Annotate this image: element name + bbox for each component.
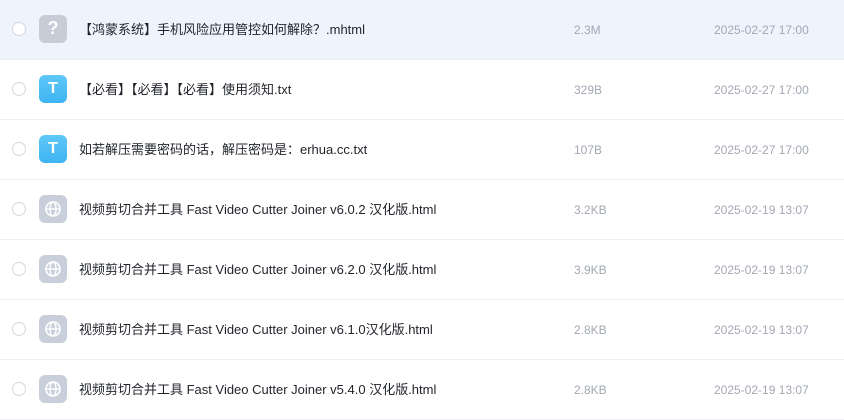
file-row[interactable]: 视频剪切合并工具 Fast Video Cutter Joiner v5.4.0…	[0, 360, 844, 420]
file-row[interactable]: ? 【鸿蒙系统】手机风险应用管控如何解除？.mhtml 2.3M 2025-02…	[0, 0, 844, 60]
file-date: 2025-02-27 17:00	[714, 82, 809, 97]
select-radio[interactable]	[12, 321, 26, 336]
select-radio[interactable]	[12, 381, 26, 396]
text-file-icon: T	[39, 134, 67, 163]
select-radio[interactable]	[12, 261, 26, 276]
text-file-icon: T	[39, 74, 67, 103]
file-date: 2025-02-19 13:07	[714, 262, 809, 277]
file-name[interactable]: 视频剪切合并工具 Fast Video Cutter Joiner v6.2.0…	[79, 261, 436, 279]
file-size: 3.2KB	[574, 202, 607, 217]
file-row[interactable]: 视频剪切合并工具 Fast Video Cutter Joiner v6.2.0…	[0, 240, 844, 300]
select-radio[interactable]	[12, 21, 26, 36]
file-name[interactable]: 【必看】【必看】【必看】使用须知.txt	[79, 81, 291, 99]
file-date: 2025-02-27 17:00	[714, 22, 809, 37]
select-radio[interactable]	[12, 141, 26, 156]
file-row[interactable]: T 如若解压需要密码的话，解压密码是：erhua.cc.txt 107B 202…	[0, 120, 844, 180]
web-file-icon	[39, 254, 67, 283]
unknown-file-icon: ?	[39, 14, 67, 43]
globe-icon	[45, 320, 61, 337]
web-file-icon	[39, 314, 67, 343]
file-name[interactable]: 【鸿蒙系统】手机风险应用管控如何解除？.mhtml	[79, 21, 365, 39]
file-name[interactable]: 视频剪切合并工具 Fast Video Cutter Joiner v6.1.0…	[79, 321, 433, 339]
file-row[interactable]: 视频剪切合并工具 Fast Video Cutter Joiner v6.1.0…	[0, 300, 844, 360]
select-radio[interactable]	[12, 201, 26, 216]
file-list: ? 【鸿蒙系统】手机风险应用管控如何解除？.mhtml 2.3M 2025-02…	[0, 0, 844, 420]
file-name[interactable]: 如若解压需要密码的话，解压密码是：erhua.cc.txt	[79, 141, 367, 159]
file-size: 2.8KB	[574, 322, 607, 337]
file-size: 2.8KB	[574, 382, 607, 397]
file-date: 2025-02-19 13:07	[714, 322, 809, 337]
file-size: 3.9KB	[574, 262, 607, 277]
globe-icon	[45, 380, 61, 397]
file-date: 2025-02-19 13:07	[714, 202, 809, 217]
file-row[interactable]: T 【必看】【必看】【必看】使用须知.txt 329B 2025-02-27 1…	[0, 60, 844, 120]
file-date: 2025-02-19 13:07	[714, 382, 809, 397]
unknown-file-glyph: ?	[47, 18, 59, 38]
file-name[interactable]: 视频剪切合并工具 Fast Video Cutter Joiner v6.0.2…	[79, 201, 436, 219]
file-name[interactable]: 视频剪切合并工具 Fast Video Cutter Joiner v5.4.0…	[79, 381, 436, 399]
file-size: 107B	[574, 142, 603, 157]
text-file-glyph: T	[48, 79, 58, 97]
select-radio[interactable]	[12, 81, 26, 96]
file-row[interactable]: 视频剪切合并工具 Fast Video Cutter Joiner v6.0.2…	[0, 180, 844, 240]
web-file-icon	[39, 374, 67, 403]
file-date: 2025-02-27 17:00	[714, 142, 809, 157]
text-file-glyph: T	[48, 139, 58, 157]
file-size: 329B	[574, 82, 603, 97]
globe-icon	[45, 260, 61, 277]
globe-icon	[45, 200, 61, 217]
file-size: 2.3M	[574, 22, 601, 37]
web-file-icon	[39, 194, 67, 223]
